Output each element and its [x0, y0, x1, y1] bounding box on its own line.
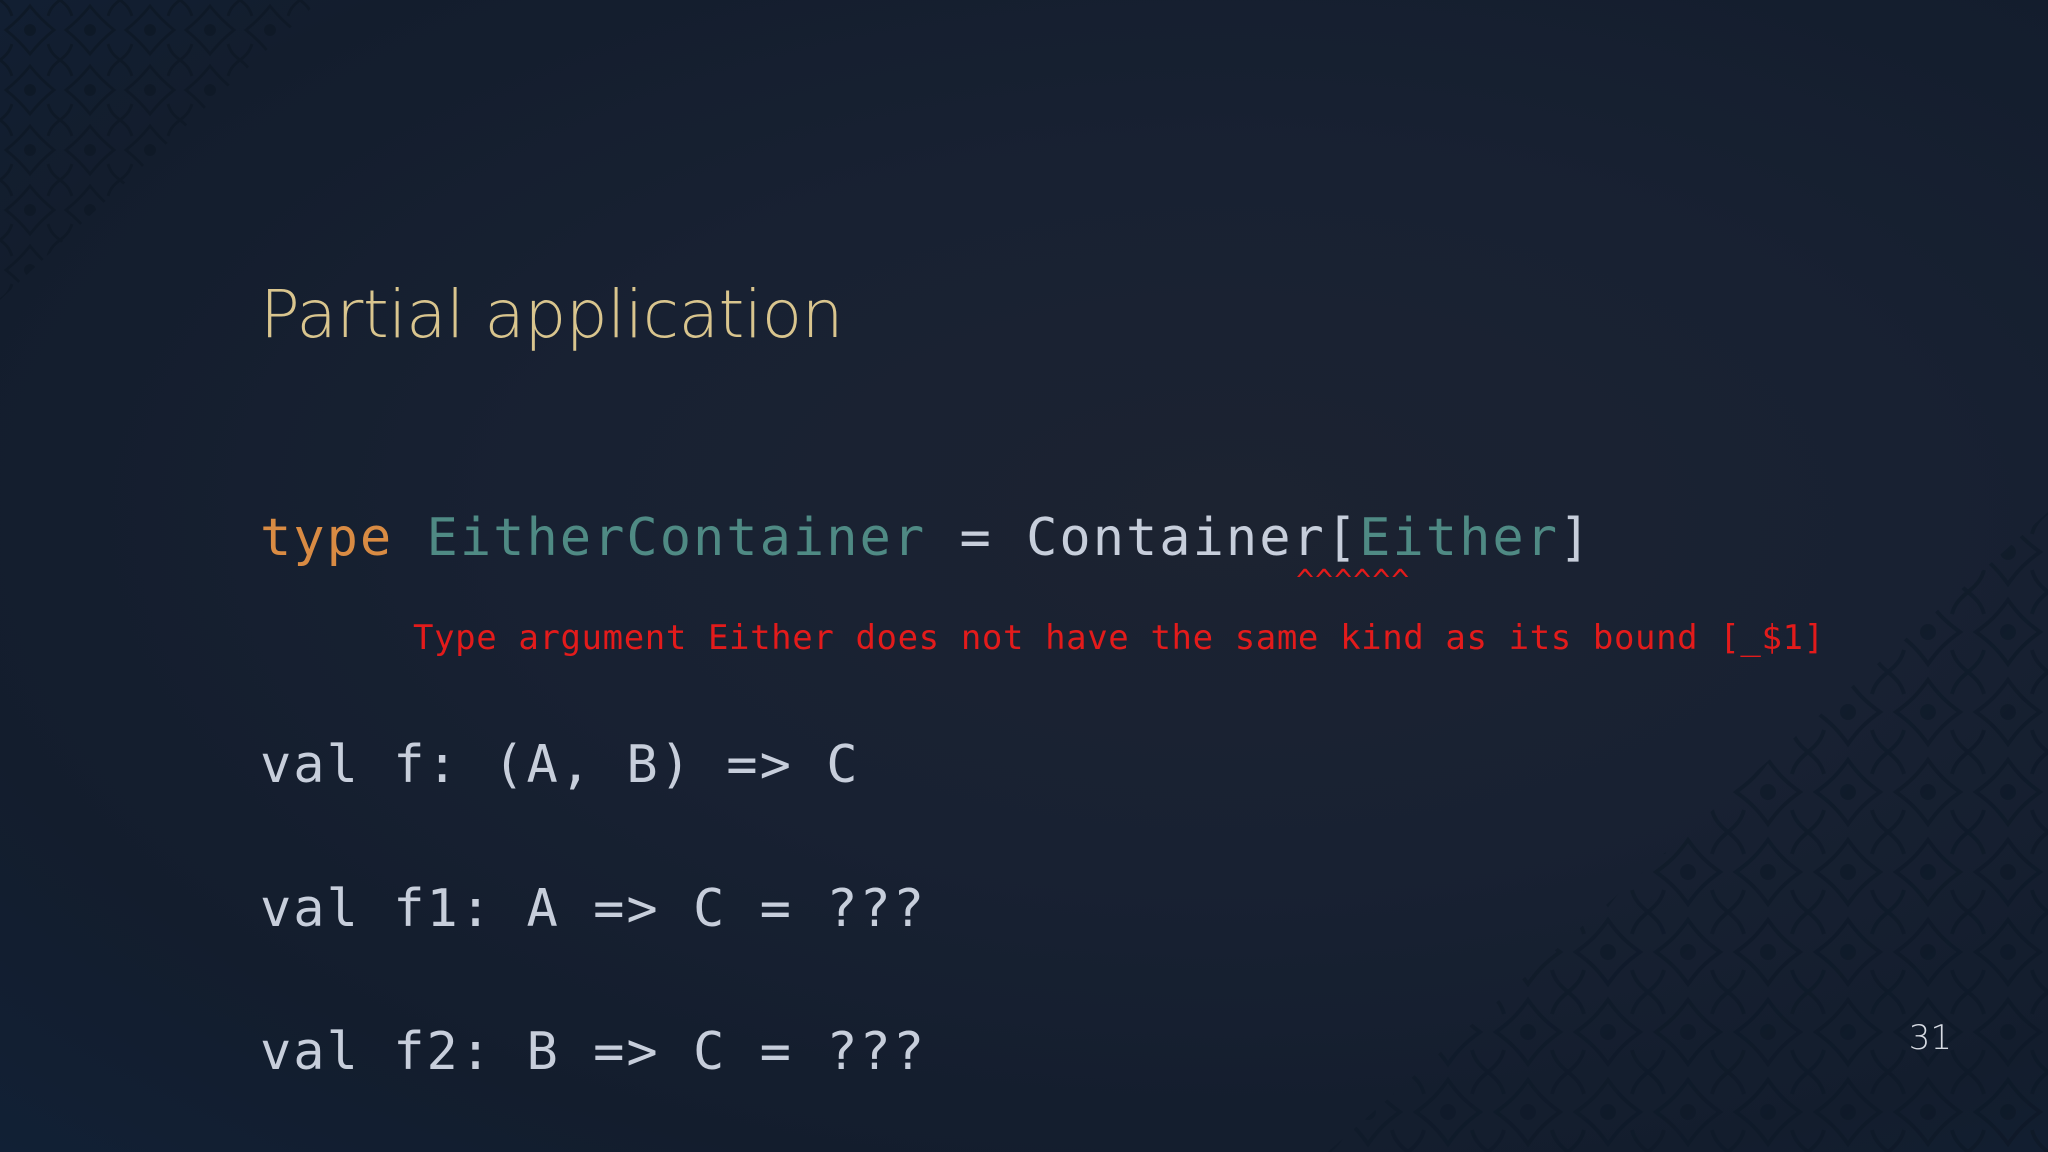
closing-bracket: ] [1559, 508, 1593, 568]
container-type: Container[ [1026, 508, 1360, 568]
equals-sign: = [926, 508, 1027, 568]
code-line-f1: val f1: A => C = ??? [260, 879, 927, 939]
code-line-type-alias: type EitherContainer = Container[Either] [260, 508, 1592, 568]
slide: Partial application type EitherContainer… [0, 0, 2048, 1152]
damask-ornament-top-left-icon [0, 0, 320, 300]
type-name: EitherContainer [426, 508, 927, 568]
code-line-f2: val f2: B => C = ??? [260, 1022, 927, 1082]
code-line-f: val f: (A, B) => C [260, 735, 860, 795]
error-caret: ^^^^^^ [1296, 564, 1411, 599]
keyword-type: type [260, 508, 394, 568]
error-message: Type argument Either does not have the s… [413, 618, 1825, 658]
slide-title: Partial application [260, 276, 843, 353]
either-type-arg: Either [1359, 508, 1559, 568]
page-number: 31 [1908, 1018, 1952, 1058]
